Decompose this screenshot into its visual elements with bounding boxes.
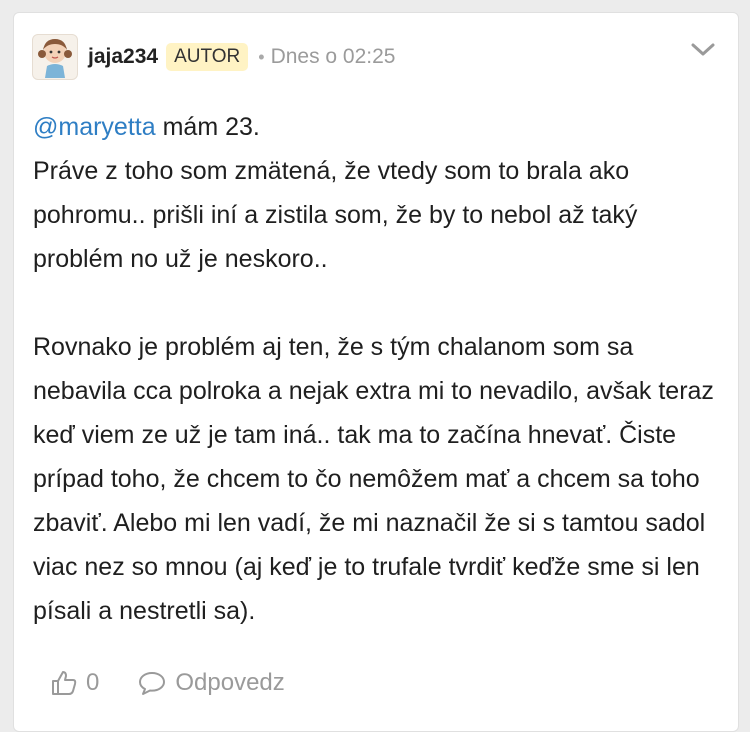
author-username[interactable]: jaja234: [88, 45, 158, 69]
mention-link[interactable]: @maryetta: [33, 113, 156, 141]
paragraph-2: Rovnako je problém aj ten, že s tým chal…: [33, 333, 714, 625]
speech-bubble-icon: [139, 672, 166, 695]
comment-card: jaja234 AUTOR • Dnes o 02:25 @maryetta m…: [13, 12, 739, 732]
chevron-down-icon[interactable]: [690, 41, 716, 59]
paragraph-1: Práve z toho som zmätená, že vtedy som t…: [33, 157, 638, 273]
comment-body: @maryetta mám 23. Práve z toho som zmäte…: [33, 105, 723, 633]
reply-label: Odpovedz: [175, 669, 285, 696]
reply-button[interactable]: Odpovedz: [137, 669, 285, 697]
meta-separator: •: [258, 46, 265, 67]
reply-line: @maryetta mám 23.: [33, 105, 723, 149]
like-button[interactable]: 0: [50, 669, 99, 697]
girl-avatar-icon: [38, 39, 72, 78]
like-count: 0: [86, 669, 100, 696]
reply-line-text: mám 23.: [155, 113, 260, 141]
comment-header: jaja234 AUTOR • Dnes o 02:25: [32, 33, 396, 81]
post-timestamp: Dnes o 02:25: [270, 45, 396, 68]
avatar[interactable]: [32, 34, 78, 80]
comment-actions: 0 Odpovedz: [50, 669, 285, 697]
thumbs-up-icon: [52, 671, 77, 695]
author-badge: AUTOR: [166, 43, 249, 71]
